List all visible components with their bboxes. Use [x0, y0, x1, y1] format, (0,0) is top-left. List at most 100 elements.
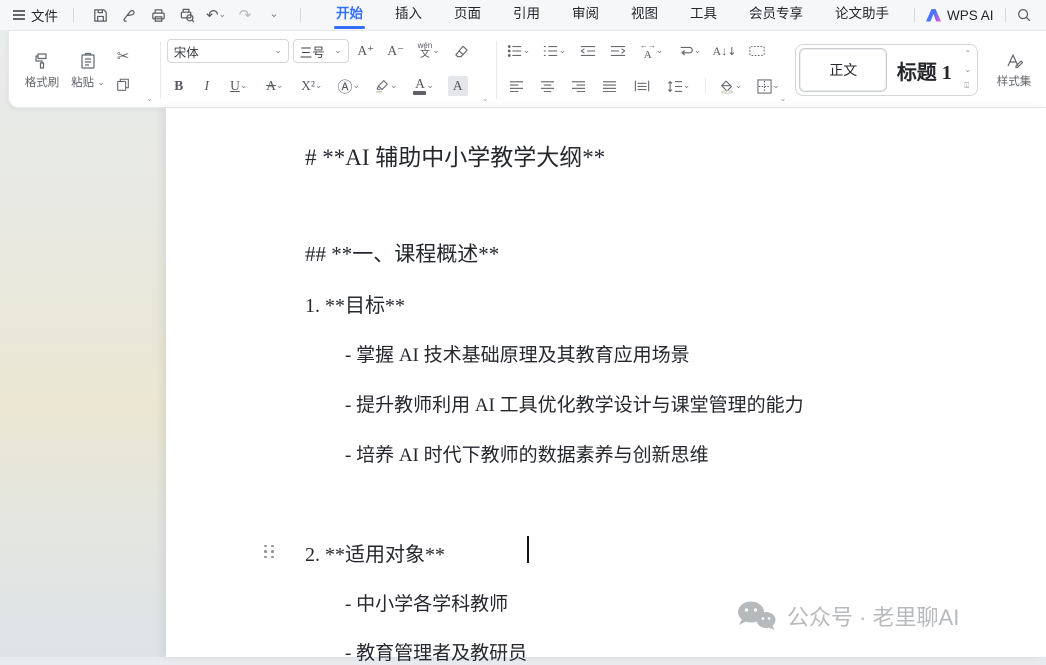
- wps-ai-button[interactable]: WPS AI: [922, 8, 998, 23]
- style-scroll-up-icon[interactable]: ⌃: [964, 50, 971, 58]
- bold-button[interactable]: B: [167, 75, 191, 97]
- style-set-icon: [1004, 52, 1024, 70]
- redo-button[interactable]: ↷: [234, 4, 256, 26]
- tab-reference[interactable]: 引用: [497, 0, 556, 30]
- divider: [496, 41, 497, 99]
- style-set-label: 样式集: [997, 73, 1032, 89]
- paste-icon: [78, 51, 98, 71]
- watermark: 公众号 · 老里聊AI: [735, 600, 959, 632]
- doc-heading2[interactable]: ## **一、课程概述**: [305, 238, 499, 268]
- character-scale-icon: ←→A: [640, 42, 656, 61]
- file-menu-button[interactable]: 文件: [12, 5, 58, 25]
- character-shading-icon: A: [448, 76, 468, 96]
- divider: [300, 8, 301, 22]
- underline-button[interactable]: U⌄: [223, 75, 255, 97]
- search-button[interactable]: [1013, 4, 1035, 26]
- strikethrough-button[interactable]: A⌄: [259, 75, 291, 97]
- style-heading1-chip[interactable]: 标题 1: [887, 48, 961, 92]
- copy-button[interactable]: [111, 73, 135, 97]
- divider: [160, 41, 161, 99]
- decrease-indent-icon: [580, 44, 596, 58]
- undo-button[interactable]: ↶⌄: [205, 4, 227, 26]
- font-color-button[interactable]: A ⌄: [407, 75, 441, 97]
- tab-settings-button[interactable]: [743, 39, 771, 63]
- chevron-down-icon: ⌄: [390, 81, 398, 90]
- style-body-chip[interactable]: 正文: [799, 48, 887, 92]
- justify-button[interactable]: [596, 75, 623, 97]
- scissors-icon: ✂: [117, 47, 130, 65]
- shading-button[interactable]: ⌄: [714, 75, 748, 97]
- document-page[interactable]: # **AI 辅助中小学教学大纲** ## **一、课程概述** 1. **目标…: [166, 108, 1046, 657]
- export-pdf-button[interactable]: [118, 4, 140, 26]
- doc-numbered-item[interactable]: 2. **适用对象**: [305, 538, 445, 567]
- tab-review[interactable]: 审阅: [556, 0, 615, 30]
- bullet-list-button[interactable]: ⌄: [503, 39, 535, 63]
- tab-paper-assistant[interactable]: 论文助手: [819, 0, 905, 30]
- ribbon-tabs: 开始 插入 页面 引用 审阅 视图 工具 会员专享 论文助手: [320, 0, 905, 30]
- sort-icon: A↓↓: [713, 44, 737, 59]
- tab-home[interactable]: 开始: [320, 0, 379, 30]
- style-scroll-down-icon[interactable]: ⌄: [964, 66, 971, 74]
- align-center-button[interactable]: [534, 75, 561, 97]
- line-spacing-icon: [667, 80, 683, 93]
- file-menu-label: 文件: [31, 5, 58, 25]
- style-set-button[interactable]: 样式集: [988, 52, 1040, 89]
- sort-button[interactable]: A↓↓: [711, 39, 739, 63]
- style-gallery: 正文 标题 1 ⌃ ⌄ ⍗ 样式集: [795, 37, 1040, 103]
- print-preview-button[interactable]: [176, 4, 198, 26]
- divider: [914, 8, 915, 22]
- distribute-button[interactable]: [627, 75, 657, 97]
- doc-dash-item[interactable]: - 中小学各学科教师: [345, 589, 508, 616]
- doc-dash-item[interactable]: - 培养 AI 时代下教师的数据素养与创新思维: [345, 440, 709, 467]
- doc-dash-item[interactable]: - 提升教师利用 AI 工具优化教学设计与课堂管理的能力: [345, 390, 804, 417]
- decrease-indent-button[interactable]: [575, 39, 601, 63]
- pinyin-guide-button[interactable]: wén文 ⌄: [413, 39, 445, 63]
- paste-button[interactable]: 粘贴 ⌄: [65, 37, 111, 103]
- style-more-icon[interactable]: ⍗: [964, 82, 971, 90]
- cut-button[interactable]: ✂: [111, 44, 135, 68]
- doc-dash-item[interactable]: - 掌握 AI 技术基础原理及其教育应用场景: [345, 340, 690, 367]
- print-button[interactable]: [147, 4, 169, 26]
- doc-numbered-item[interactable]: 1. **目标**: [305, 289, 405, 318]
- character-shading-button[interactable]: A: [445, 75, 471, 97]
- font-group: 宋体 ⌄ 三号 ⌄ A⁺ A⁻ wén文 ⌄ B I U⌄ A⌄ X²⌄ Ⓐ⌄: [167, 37, 490, 103]
- watermark-text: 公众号 · 老里聊AI: [787, 600, 959, 632]
- quick-access-more-button[interactable]: ⌄: [263, 4, 285, 26]
- group-expander-icon[interactable]: ⌄: [482, 94, 489, 103]
- enclose-character-button[interactable]: Ⓐ⌄: [333, 75, 365, 97]
- font-size-select[interactable]: 三号 ⌄: [293, 39, 349, 63]
- divider: [73, 8, 74, 22]
- align-right-button[interactable]: [565, 75, 592, 97]
- tab-tools[interactable]: 工具: [674, 0, 733, 30]
- italic-button[interactable]: I: [195, 75, 219, 97]
- align-left-button[interactable]: [503, 75, 530, 97]
- clear-format-button[interactable]: [449, 39, 475, 63]
- increase-indent-button[interactable]: [605, 39, 631, 63]
- decrease-font-button[interactable]: A⁻: [383, 39, 409, 63]
- tab-page[interactable]: 页面: [438, 0, 497, 30]
- tab-view[interactable]: 视图: [615, 0, 674, 30]
- text-wrap-button[interactable]: ⌄: [673, 39, 707, 63]
- doc-heading1[interactable]: # **AI 辅助中小学教学大纲**: [305, 138, 605, 172]
- highlight-button[interactable]: ⌄: [369, 75, 403, 97]
- paragraph-drag-handle-icon[interactable]: [262, 543, 276, 560]
- character-scale-button[interactable]: ←→A ⌄: [635, 39, 669, 63]
- line-spacing-button[interactable]: ⌄: [661, 75, 697, 97]
- superscript-button[interactable]: X²⌄: [295, 75, 329, 97]
- save-button[interactable]: [89, 4, 111, 26]
- ribbon-toolbar: 格式刷 粘贴 ⌄ ✂ ⌄ 宋体 ⌄ 三号 ⌄ A⁺: [8, 30, 1046, 108]
- chevron-down-icon: ⌄: [426, 81, 434, 90]
- increase-font-button[interactable]: A⁺: [353, 39, 379, 63]
- tab-membership[interactable]: 会员专享: [733, 0, 819, 30]
- tab-stop-icon: [749, 45, 765, 57]
- format-painter-button[interactable]: 格式刷: [19, 37, 65, 103]
- numbered-list-button[interactable]: ⌄: [539, 39, 571, 63]
- paragraph-group: ⌄ ⌄ ←→A ⌄ ⌄ A↓↓: [503, 37, 788, 103]
- paste-label: 粘贴 ⌄: [71, 74, 105, 90]
- font-name-select[interactable]: 宋体 ⌄: [167, 39, 289, 63]
- tab-insert[interactable]: 插入: [379, 0, 438, 30]
- group-expander-icon[interactable]: ⌄: [780, 94, 787, 103]
- group-expander-icon[interactable]: ⌄: [146, 94, 153, 103]
- export-pdf-icon: [121, 7, 138, 24]
- doc-dash-item[interactable]: - 教育管理者及教研员: [345, 638, 527, 665]
